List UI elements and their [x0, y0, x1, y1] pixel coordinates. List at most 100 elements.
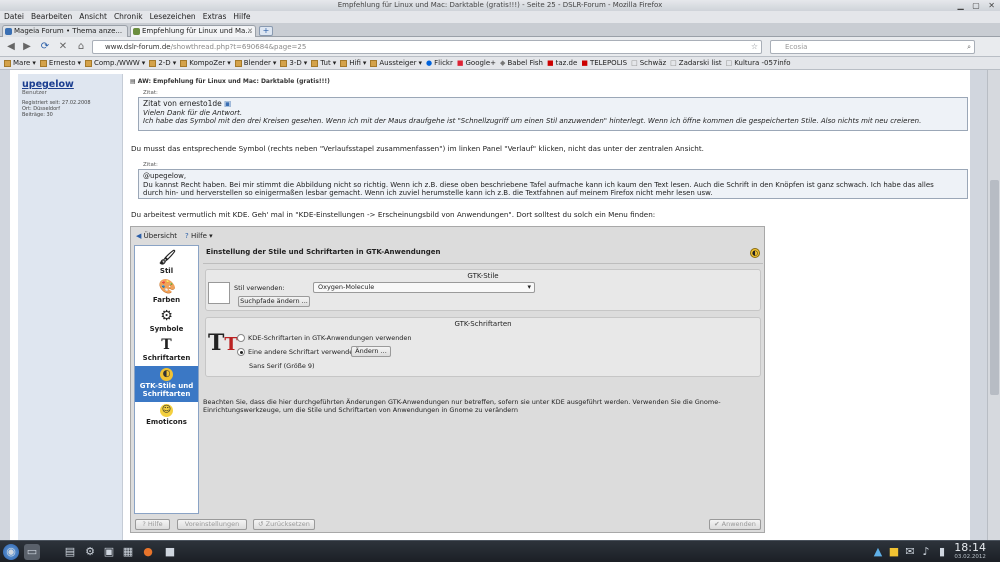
folder-icon: [280, 59, 288, 67]
home-icon[interactable]: ⌂: [74, 40, 88, 54]
user-info: Registriert seit: 27.02.2008 Ort: Düssel…: [22, 100, 118, 118]
view-post-icon[interactable]: ▣: [224, 99, 231, 108]
favicon-icon: [133, 28, 140, 35]
network-icon[interactable]: ▲: [870, 544, 886, 560]
menu-extras[interactable]: Extras: [203, 11, 227, 23]
bookmark-ernesto[interactable]: Ernesto ▾: [39, 57, 81, 69]
bookmark-aussteiger[interactable]: Aussteiger ▾: [370, 57, 422, 69]
kde-toolbar: ◀ Übersicht ? Hilfe ▾: [133, 229, 763, 243]
quote-label: Zitat:: [143, 90, 158, 96]
user-panel: upegelow Benutzer Registriert seit: 27.0…: [18, 74, 123, 540]
app-icon[interactable]: ■: [162, 544, 178, 560]
menu-lesezeichen[interactable]: Lesezeichen: [150, 11, 196, 23]
bookmark-3d[interactable]: 3-D ▾: [280, 57, 307, 69]
quote-line: Du kannst Recht haben. Bei mir stimmt di…: [143, 180, 934, 189]
kde-defaults-button[interactable]: Voreinstellungen: [177, 519, 247, 530]
url-bar[interactable]: www.dslr-forum.de/showthread.php?t=69068…: [92, 40, 762, 54]
gtk-note: Beachten Sie, dass die hier durchgeführt…: [203, 398, 721, 414]
stop-icon[interactable]: ✕: [56, 40, 70, 54]
bookmark-tut[interactable]: Tut ▾: [311, 57, 336, 69]
bookmark-comp-www[interactable]: Comp./WWW ▾: [85, 57, 145, 69]
bookmark-hifi[interactable]: Hifi ▾: [340, 57, 366, 69]
menu-hilfe[interactable]: Hilfe: [233, 11, 250, 23]
bookmark-2d[interactable]: 2-D ▾: [149, 57, 176, 69]
settings-icon[interactable]: ⚙: [82, 544, 98, 560]
clock[interactable]: 18:14 03.02.2012: [954, 542, 986, 561]
sidebar-item-symbole[interactable]: ⚙ Symbole: [135, 308, 198, 336]
start-menu-icon[interactable]: ◉: [3, 544, 19, 560]
bookmark-schwaz[interactable]: □ Schwäz: [631, 57, 666, 69]
username-link[interactable]: upegelow: [22, 79, 118, 90]
bookmark-kompozer[interactable]: KompoZer ▾: [180, 57, 231, 69]
page-icon: □: [725, 58, 733, 67]
url-path: /showthread.php?t=690684&page=25: [170, 43, 307, 51]
bookmark-flickr[interactable]: ● Flickr: [426, 57, 453, 69]
flickr-icon: ●: [426, 58, 433, 67]
post-paragraph: Du musst das entsprechende Symbol (recht…: [131, 144, 704, 153]
sidebar-item-emoticons[interactable]: ☺ Emoticons: [135, 404, 198, 432]
overview-button[interactable]: ◀ Übersicht: [136, 229, 177, 243]
kde-help-button[interactable]: ? Hilfe: [135, 519, 170, 530]
gtk-icon: ◐: [160, 368, 173, 381]
gtk-help-icon[interactable]: ◐: [750, 248, 760, 258]
close-tab-icon[interactable]: ✕: [247, 26, 253, 37]
bookmark-babel-fish[interactable]: ◆ Babel Fish: [500, 57, 543, 69]
post-title: ▤ AW: Empfehlung für Linux und Mac: Dark…: [130, 78, 330, 85]
bookmark-telepolis[interactable]: ■ TELEPOLIS: [581, 57, 627, 69]
style-select[interactable]: Oxygen-Molecule ▾: [313, 282, 535, 293]
mail-icon[interactable]: ✉: [902, 544, 918, 560]
bookmark-zadarski[interactable]: □ Zadarski list: [670, 57, 721, 69]
search-icon[interactable]: ⌕: [967, 41, 971, 53]
change-font-button[interactable]: Ändern ...: [351, 346, 391, 357]
search-paths-button[interactable]: Suchpfade ändern ...: [238, 296, 310, 307]
user-posts: Beiträge: 30: [22, 112, 53, 118]
forward-icon[interactable]: ▶: [20, 40, 34, 54]
forum-post: upegelow Benutzer Registriert seit: 27.0…: [10, 70, 970, 540]
reload-icon[interactable]: ⟳: [38, 40, 52, 54]
menu-datei[interactable]: Datei: [4, 11, 24, 23]
help-menu-button[interactable]: ? Hilfe ▾: [185, 229, 213, 243]
sidebar-item-schriftarten[interactable]: T Schriftarten: [135, 337, 198, 365]
bookmark-blender[interactable]: Blender ▾: [234, 57, 276, 69]
menu-ansicht[interactable]: Ansicht: [79, 11, 107, 23]
task-manager-icon[interactable]: ▤: [62, 544, 78, 560]
gtk-styles-group: GTK-Stile Stil verwenden: Oxygen-Molecul…: [205, 269, 761, 311]
menu-chronik[interactable]: Chronik: [114, 11, 143, 23]
tab-mageia-forum[interactable]: Mageia Forum • Thema anze...: [2, 25, 128, 37]
taskbar: ◉ ▭ ▤ ⚙ ▣ ▦ ● ■ ▲ ■ ✉ ♪ ▮ 18:14 03.02.20…: [0, 540, 1000, 562]
style-label: Stil verwenden:: [234, 284, 285, 292]
kde-apply-button[interactable]: ✔ Anwenden: [709, 519, 761, 530]
search-input[interactable]: Ecosia ⌕: [770, 40, 975, 54]
bookmark-taz[interactable]: ■ taz.de: [547, 57, 577, 69]
brush-icon: 🖌: [158, 250, 177, 266]
kde-reset-button[interactable]: ↺ Zurücksetzen: [253, 519, 315, 530]
bookmark-google-plus[interactable]: ■ Google+: [457, 57, 496, 69]
menu-bearbeiten[interactable]: Bearbeiten: [31, 11, 72, 23]
post-paragraph: Du arbeitest vermutlich mit KDE. Geh' ma…: [131, 210, 656, 219]
scrollbar-thumb[interactable]: [990, 180, 999, 395]
files-icon[interactable]: ▦: [120, 544, 136, 560]
sidebar-item-farben[interactable]: 🎨 Farben: [135, 279, 198, 307]
firefox-icon[interactable]: ●: [140, 544, 156, 560]
folder-tray-icon[interactable]: ■: [886, 544, 902, 560]
quote-label: Zitat:: [143, 162, 158, 168]
radio-kde-fonts[interactable]: [237, 334, 245, 342]
new-tab-button[interactable]: +: [259, 26, 273, 36]
url-host: www.dslr-forum.de: [105, 43, 171, 51]
battery-icon[interactable]: ▮: [934, 544, 950, 560]
bookmark-star-icon[interactable]: ☆: [751, 41, 758, 53]
radio-other-font[interactable]: [237, 348, 245, 356]
bookmark-mare[interactable]: Mare ▾: [4, 57, 36, 69]
tab-dslr-forum[interactable]: Empfehlung für Linux und Ma... ✕: [130, 25, 256, 37]
bookmark-kultura[interactable]: □ Kultura -057info: [726, 57, 791, 69]
window-controls[interactable]: ▁ ▢ ✕: [958, 1, 999, 10]
taz-icon: ■: [547, 58, 554, 67]
desktop-icon[interactable]: ▭: [24, 544, 40, 560]
volume-icon[interactable]: ♪: [918, 544, 934, 560]
sidebar-item-stil[interactable]: 🖌 Stil: [135, 250, 198, 278]
sidebar-item-gtk[interactable]: ◐ GTK-Stile und Schriftarten: [135, 366, 198, 402]
page-scrollbar[interactable]: [987, 70, 1000, 540]
terminal-icon[interactable]: ▣: [101, 544, 117, 560]
folder-icon: [85, 59, 93, 67]
back-icon[interactable]: ◀: [4, 40, 18, 54]
